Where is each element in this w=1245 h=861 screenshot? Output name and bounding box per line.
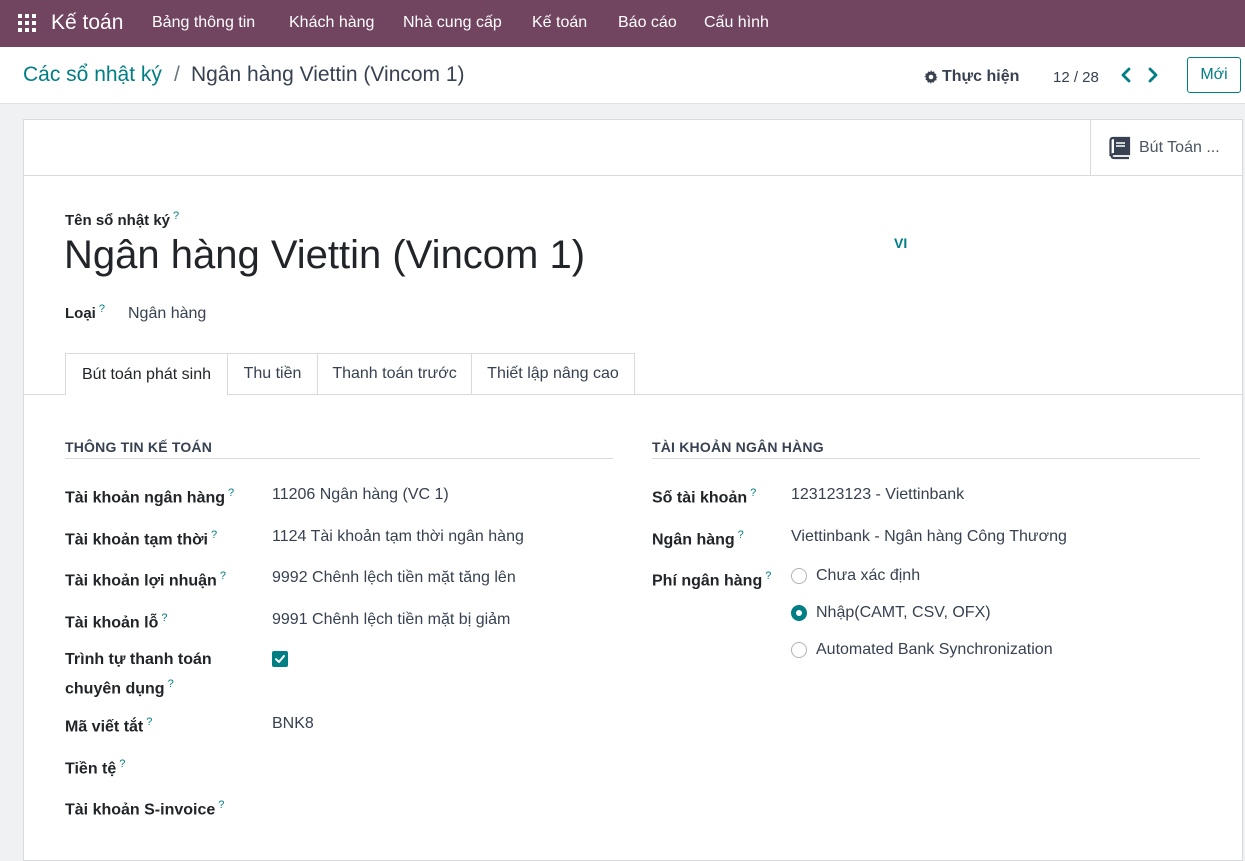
- suspense-account-label-text: Tài khoản tạm thời: [65, 531, 208, 549]
- breadcrumb-parent[interactable]: Các sổ nhật ký: [23, 63, 162, 87]
- radio-automated-sync[interactable]: [791, 642, 807, 658]
- account-number-field[interactable]: 123123123 - Viettinbank: [791, 482, 964, 507]
- dedicated-payment-sequence-checkbox[interactable]: [272, 651, 288, 667]
- help-tooltip-icon[interactable]: ?: [168, 678, 174, 690]
- journal-name-label: Tên sổ nhật ký?: [65, 210, 179, 229]
- bank-label-text: Ngân hàng: [652, 531, 735, 549]
- radio-undefined-label[interactable]: Chưa xác định: [816, 567, 920, 585]
- menu-dashboard[interactable]: Bảng thông tin: [152, 14, 255, 32]
- dedicated-payment-sequence-label-line2: chuyên dụng: [65, 680, 165, 698]
- tab-outgoing-payments[interactable]: Thanh toán trước: [318, 353, 472, 394]
- short-code-field[interactable]: BNK8: [272, 711, 314, 736]
- tab-advanced-settings[interactable]: Thiết lập nâng cao: [472, 353, 635, 394]
- radio-automated-sync-label[interactable]: Automated Bank Synchronization: [816, 641, 1053, 659]
- check-icon: [275, 655, 285, 663]
- loss-account-field[interactable]: 9991 Chênh lệch tiền mặt bị giảm: [272, 607, 510, 632]
- menu-customers[interactable]: Khách hàng: [289, 14, 374, 32]
- radio-undefined[interactable]: [791, 568, 807, 584]
- short-code-label-text: Mã viết tắt: [65, 718, 144, 736]
- currency-label: Tiền tệ?: [65, 752, 125, 781]
- profit-account-label-text: Tài khoản lợi nhuận: [65, 572, 217, 590]
- app-name[interactable]: Kế toán: [51, 11, 123, 35]
- radio-import-label[interactable]: Nhập(CAMT, CSV, OFX): [816, 604, 991, 622]
- loss-account-label: Tài khoản lỗ?: [65, 606, 167, 635]
- chevron-left-icon[interactable]: [1118, 65, 1134, 85]
- section-divider: [652, 458, 1200, 459]
- dedicated-payment-sequence-label: Trình tự thanh toán chuyên dụng?: [65, 647, 212, 701]
- menu-configuration[interactable]: Cấu hình: [704, 14, 769, 32]
- chevron-right-icon[interactable]: [1145, 65, 1161, 85]
- notebook-tabs: Bút toán phát sinh Thu tiền Thanh toán t…: [24, 353, 1242, 395]
- dedicated-payment-sequence-label-line1: Trình tự thanh toán: [65, 651, 212, 668]
- type-field[interactable]: Ngân hàng: [128, 305, 206, 323]
- s-invoice-account-label-text: Tài khoản S-invoice: [65, 801, 216, 819]
- profit-account-label: Tài khoản lợi nhuận?: [65, 564, 226, 593]
- accounting-section-title: THÔNG TIN KẾ TOÁN: [65, 439, 213, 455]
- bank-feeds-label: Phí ngân hàng?: [652, 564, 771, 593]
- form-sheet: Bút Toán ... Tên sổ nhật ký? Ngân hàng V…: [23, 119, 1243, 861]
- help-tooltip-icon[interactable]: ?: [750, 487, 756, 499]
- suspense-account-label: Tài khoản tạm thời?: [65, 523, 217, 552]
- help-tooltip-icon[interactable]: ?: [161, 612, 167, 624]
- breadcrumb-separator: /: [174, 63, 180, 86]
- breadcrumb-current: Ngân hàng Viettin (Vincom 1): [191, 63, 465, 86]
- s-invoice-account-label: Tài khoản S-invoice?: [65, 793, 224, 822]
- top-navbar: Kế toán Bảng thông tin Khách hàng Nhà cu…: [0, 0, 1245, 47]
- bank-account-field[interactable]: 11206 Ngân hàng (VC 1): [272, 482, 449, 507]
- section-divider: [65, 458, 613, 459]
- type-label-text: Loại: [65, 305, 96, 322]
- help-tooltip-icon[interactable]: ?: [220, 570, 226, 582]
- bank-section-title: TÀI KHOẢN NGÂN HÀNG: [652, 439, 824, 455]
- menu-accounting[interactable]: Kế toán: [532, 14, 587, 32]
- account-number-label: Số tài khoản?: [652, 481, 756, 510]
- help-tooltip-icon[interactable]: ?: [99, 303, 105, 315]
- tab-incoming-payments[interactable]: Thu tiền: [228, 353, 318, 394]
- smart-button-box: Bút Toán ...: [24, 120, 1242, 176]
- help-tooltip-icon[interactable]: ?: [211, 529, 217, 541]
- help-tooltip-icon[interactable]: ?: [218, 799, 224, 811]
- menu-vendors[interactable]: Nhà cung cấp: [403, 14, 502, 32]
- help-tooltip-icon[interactable]: ?: [146, 716, 152, 728]
- loss-account-label-text: Tài khoản lỗ: [65, 614, 159, 632]
- book-icon: [1109, 136, 1131, 159]
- help-tooltip-icon[interactable]: ?: [173, 210, 179, 222]
- suspense-account-field[interactable]: 1124 Tài khoản tạm thời ngân hàng: [272, 524, 524, 549]
- menu-reporting[interactable]: Báo cáo: [618, 14, 677, 32]
- action-menu-label: Thực hiện: [942, 68, 1020, 85]
- apps-menu-icon[interactable]: [18, 14, 36, 32]
- gear-icon: [924, 70, 938, 84]
- short-code-label: Mã viết tắt?: [65, 710, 152, 739]
- control-panel: Các sổ nhật ký / Ngân hàng Viettin (Vinc…: [0, 47, 1245, 104]
- help-tooltip-icon[interactable]: ?: [765, 570, 771, 582]
- bank-label: Ngân hàng?: [652, 523, 744, 552]
- action-menu-button[interactable]: Thực hiện: [924, 68, 1019, 86]
- tab-journal-entries[interactable]: Bút toán phát sinh: [65, 353, 228, 395]
- account-number-label-text: Số tài khoản: [652, 489, 748, 507]
- bank-feeds-label-text: Phí ngân hàng: [652, 572, 763, 590]
- currency-label-text: Tiền tệ: [65, 760, 117, 778]
- help-tooltip-icon[interactable]: ?: [228, 487, 234, 499]
- journal-name-label-text: Tên sổ nhật ký: [65, 212, 171, 229]
- pager-value[interactable]: 12 / 28: [1053, 69, 1099, 86]
- help-tooltip-icon[interactable]: ?: [738, 529, 744, 541]
- smart-button-label: Bút Toán ...: [1139, 138, 1220, 156]
- journal-entries-smart-button[interactable]: Bút Toán ...: [1090, 120, 1242, 175]
- profit-account-field[interactable]: 9992 Chênh lệch tiền mặt tăng lên: [272, 565, 516, 590]
- type-label: Loại?: [65, 303, 105, 322]
- help-tooltip-icon[interactable]: ?: [119, 758, 125, 770]
- bank-account-label-text: Tài khoản ngân hàng: [65, 489, 226, 507]
- new-button[interactable]: Mới: [1187, 57, 1241, 93]
- bank-account-label: Tài khoản ngân hàng?: [65, 481, 234, 510]
- journal-name-field[interactable]: Ngân hàng Viettin (Vincom 1): [64, 233, 585, 278]
- radio-import[interactable]: [791, 605, 807, 621]
- bank-field[interactable]: Viettinbank - Ngân hàng Công Thương: [791, 524, 1067, 549]
- language-button[interactable]: VI: [894, 235, 907, 251]
